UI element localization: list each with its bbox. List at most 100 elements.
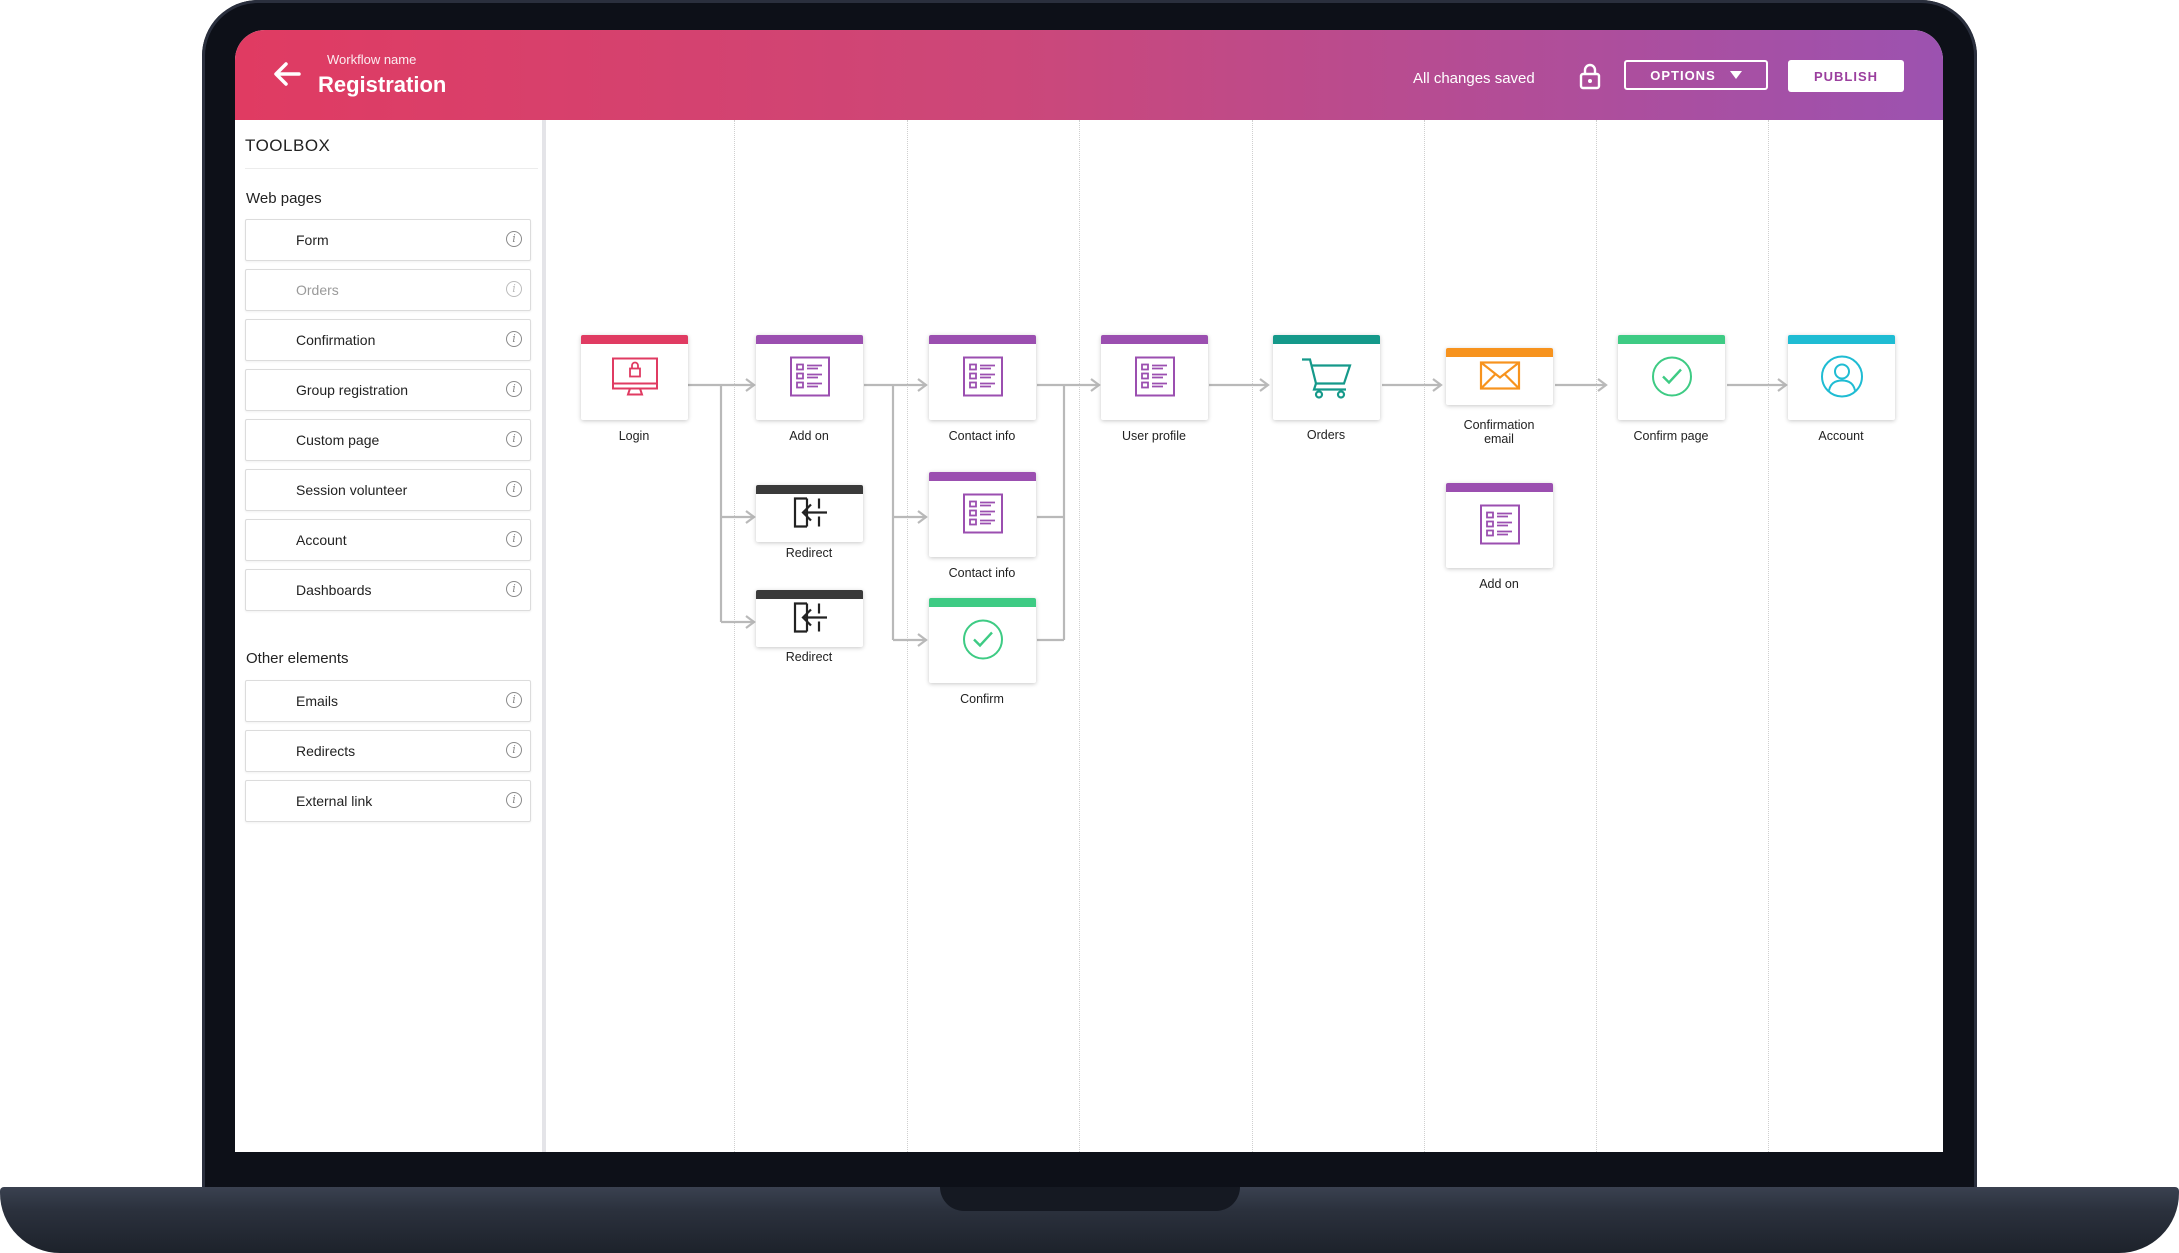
toolbox-item-label: Confirmation bbox=[296, 332, 376, 348]
workflow-node[interactable] bbox=[1446, 348, 1553, 405]
workflow-node[interactable] bbox=[756, 590, 863, 647]
info-icon[interactable]: i bbox=[506, 581, 522, 597]
workflow-node-label: Confirm page bbox=[1633, 429, 1709, 443]
info-icon[interactable]: i bbox=[506, 531, 522, 547]
options-label: OPTIONS bbox=[1650, 67, 1716, 83]
workflow-node-label: Confirmation email bbox=[1463, 418, 1535, 446]
info-icon[interactable]: i bbox=[506, 281, 522, 297]
node-color-bar bbox=[1446, 348, 1553, 357]
workflow-node[interactable] bbox=[929, 598, 1036, 683]
toolbox-panel: TOOLBOX Web pages Form i Orders i Confirma… bbox=[235, 120, 546, 1152]
workflow-title[interactable]: Registration bbox=[318, 72, 446, 98]
node-color-bar bbox=[1101, 335, 1208, 344]
workflow-node[interactable] bbox=[929, 472, 1036, 557]
check-icon bbox=[1650, 355, 1694, 404]
toolbox-item[interactable]: Redirects i bbox=[245, 730, 531, 772]
workflow-node[interactable] bbox=[581, 335, 688, 420]
toolbox-item-label: Dashboards bbox=[296, 582, 372, 598]
info-icon[interactable]: i bbox=[506, 742, 522, 758]
toolbox-item-label: Redirects bbox=[296, 743, 356, 759]
toolbox-item[interactable]: Emails i bbox=[245, 680, 531, 722]
toolbox-item-label: Orders bbox=[296, 282, 339, 298]
node-color-bar bbox=[581, 335, 688, 344]
workflow-node[interactable] bbox=[1101, 335, 1208, 420]
node-color-bar bbox=[1446, 483, 1553, 492]
form-icon bbox=[961, 355, 1005, 404]
email-icon bbox=[1479, 360, 1521, 395]
redirect-icon bbox=[789, 494, 831, 535]
form-icon bbox=[1133, 355, 1177, 404]
save-status: All changes saved bbox=[1413, 70, 1535, 87]
info-icon[interactable]: i bbox=[506, 481, 522, 497]
form-icon bbox=[1478, 503, 1522, 552]
toolbox-item-label: Group registration bbox=[296, 382, 409, 398]
info-icon[interactable]: i bbox=[506, 231, 522, 247]
info-icon[interactable]: i bbox=[506, 381, 522, 397]
toolbox-item-label: Form bbox=[296, 232, 329, 248]
workflow-node-label: Add on bbox=[789, 429, 829, 443]
toolbox-item: Orders i bbox=[245, 269, 531, 311]
node-color-bar bbox=[1788, 335, 1895, 344]
node-color-bar bbox=[929, 598, 1036, 607]
workflow-canvas[interactable]: Login Add on Redirect Redirect Contact i… bbox=[546, 120, 1943, 1152]
toolbox-item[interactable]: Form i bbox=[245, 219, 531, 261]
toolbox-item-label: Emails bbox=[296, 693, 339, 709]
toolbox-item-label: Custom page bbox=[296, 432, 380, 448]
toolbox-item[interactable]: Custom page i bbox=[245, 419, 531, 461]
workflow-node-label: Redirect bbox=[785, 546, 833, 560]
app-header: Workflow name Registration All changes s… bbox=[235, 30, 1943, 120]
laptop-notch bbox=[940, 1187, 1240, 1211]
divider bbox=[245, 168, 538, 169]
publish-button[interactable]: PUBLISH bbox=[1788, 60, 1904, 92]
workflow-node-label: Orders bbox=[1306, 428, 1346, 442]
info-icon[interactable]: i bbox=[506, 431, 522, 447]
info-icon[interactable]: i bbox=[506, 692, 522, 708]
node-color-bar bbox=[756, 590, 863, 599]
toolbox-title: TOOLBOX bbox=[245, 136, 331, 155]
node-color-bar bbox=[1618, 335, 1725, 344]
options-button[interactable]: OPTIONS bbox=[1624, 60, 1768, 90]
workflow-node[interactable] bbox=[1618, 335, 1725, 420]
node-color-bar bbox=[1273, 335, 1380, 344]
login-icon bbox=[610, 356, 660, 403]
node-color-bar bbox=[756, 485, 863, 494]
workflow-node[interactable] bbox=[756, 485, 863, 542]
workflow-node-label: Redirect bbox=[785, 650, 833, 664]
workflow-node[interactable] bbox=[1446, 483, 1553, 568]
toolbox-item[interactable]: Group registration i bbox=[245, 369, 531, 411]
workflow-node-label: Contact info bbox=[948, 429, 1016, 443]
toolbox-item[interactable]: External link i bbox=[245, 780, 531, 822]
toolbox-item[interactable]: Confirmation i bbox=[245, 319, 531, 361]
form-icon bbox=[961, 492, 1005, 541]
workflow-name-label: Workflow name bbox=[327, 52, 417, 67]
workflow-node[interactable] bbox=[1273, 335, 1380, 420]
other-elements-heading: Other elements bbox=[246, 650, 349, 667]
workflow-node[interactable] bbox=[929, 335, 1036, 420]
check-icon bbox=[961, 618, 1005, 667]
workflow-node-label: Add on bbox=[1479, 577, 1519, 591]
lock-icon[interactable] bbox=[1577, 62, 1603, 90]
form-icon bbox=[788, 355, 832, 404]
redirect-icon bbox=[789, 599, 831, 640]
workflow-node-label: Account bbox=[1818, 429, 1864, 443]
toolbox-item[interactable]: Account i bbox=[245, 519, 531, 561]
workflow-node[interactable] bbox=[1788, 335, 1895, 420]
toolbox-item-label: Session volunteer bbox=[296, 482, 408, 498]
caret-down-icon bbox=[1729, 71, 1742, 79]
workflow-node-label: Login bbox=[618, 429, 650, 443]
workflow-node-label: Contact info bbox=[948, 566, 1016, 580]
info-icon[interactable]: i bbox=[506, 792, 522, 808]
node-color-bar bbox=[756, 335, 863, 344]
toolbox-item-label: External link bbox=[296, 793, 373, 809]
toolbox-item-label: Account bbox=[296, 532, 347, 548]
node-color-bar bbox=[929, 335, 1036, 344]
workflow-node-label: User profile bbox=[1122, 429, 1186, 443]
toolbox-item[interactable]: Session volunteer i bbox=[245, 469, 531, 511]
info-icon[interactable]: i bbox=[506, 331, 522, 347]
toolbox-item[interactable]: Dashboards i bbox=[245, 569, 531, 611]
cart-icon bbox=[1299, 354, 1355, 405]
account-icon bbox=[1819, 354, 1865, 405]
back-arrow-icon[interactable] bbox=[269, 56, 305, 92]
workflow-node[interactable] bbox=[756, 335, 863, 420]
node-color-bar bbox=[929, 472, 1036, 481]
